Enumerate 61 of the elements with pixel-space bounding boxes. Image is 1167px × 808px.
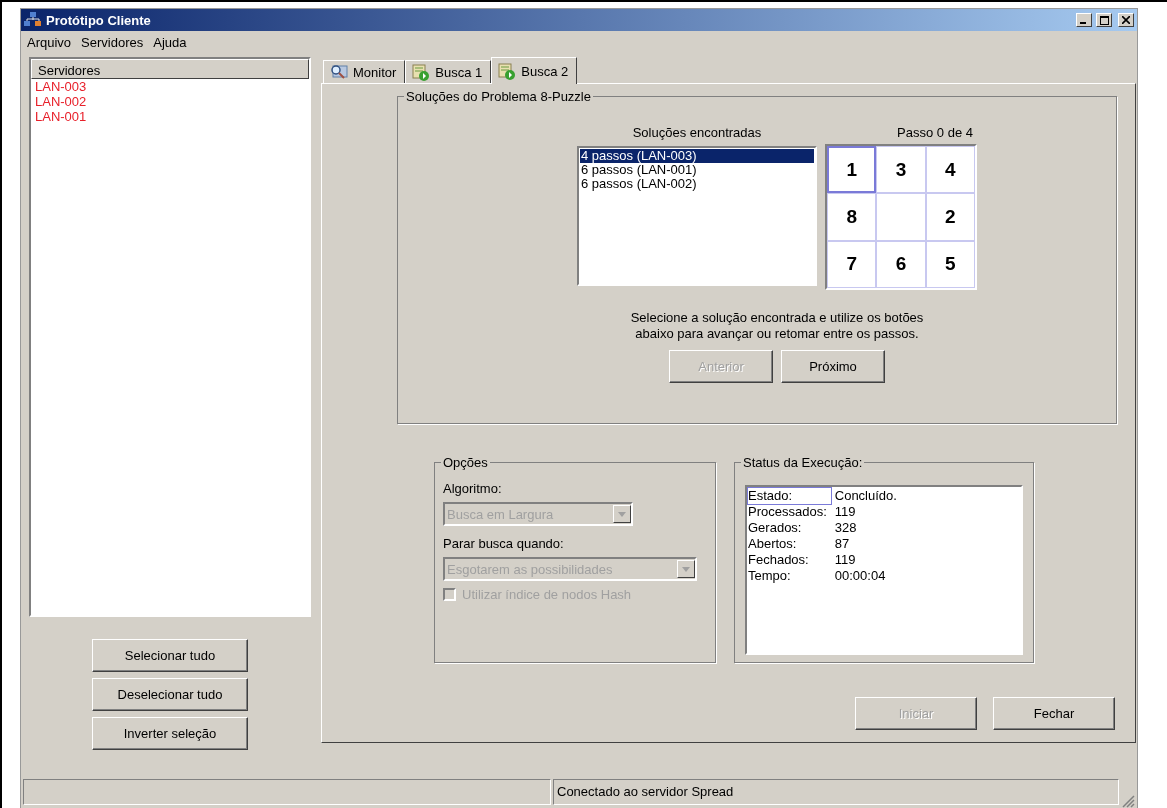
group-title: Soluções do Problema 8-Puzzle	[404, 89, 593, 104]
group-title: Opções	[441, 455, 490, 470]
server-item[interactable]: LAN-001	[31, 109, 309, 124]
close-button[interactable]	[1118, 13, 1134, 27]
minimize-button[interactable]	[1076, 13, 1092, 27]
menu-item[interactable]: Arquivo	[27, 34, 72, 50]
status-value: 119	[834, 552, 857, 568]
puzzle-tile: 1	[827, 146, 877, 194]
document-play-icon	[412, 63, 431, 81]
solution-item[interactable]: 6 passos (LAN-002)	[580, 177, 814, 191]
puzzle-tile: 8	[827, 193, 877, 241]
status-value: 328	[834, 520, 858, 536]
dropdown-arrow-icon	[618, 511, 626, 517]
column-header[interactable]: Servidores	[31, 59, 309, 79]
tab[interactable]: Monitor	[323, 60, 406, 83]
maximize-button[interactable]	[1096, 13, 1112, 27]
field-label: Parar busca quando:	[443, 536, 565, 551]
list-label: Soluções encontradas	[632, 125, 762, 140]
field-label: Algoritmo:	[443, 481, 503, 496]
status-label: Gerados:	[748, 520, 803, 536]
server-item[interactable]: LAN-003	[31, 79, 309, 94]
puzzle-tile: 7	[827, 240, 877, 288]
status-value: 87	[834, 536, 851, 552]
puzzle-tile: 5	[925, 240, 975, 288]
resize-grip-icon	[1121, 794, 1135, 808]
instruction-text: abaixo para avançar ou retomar entre os passos.	[634, 326, 920, 342]
tab[interactable]: Busca 2	[491, 57, 578, 84]
document-play-icon	[498, 62, 517, 80]
magnifier-icon	[330, 64, 348, 80]
solution-item[interactable]: 4 passos (LAN-003)	[580, 149, 814, 163]
instruction-text: Selecione a solução encontrada e utilize os botões	[630, 310, 924, 326]
menu-item[interactable]: Servidores	[81, 34, 144, 50]
status-label: Tempo:	[748, 568, 792, 584]
solution-item[interactable]: 6 passos (LAN-001)	[580, 163, 814, 177]
action-button[interactable]: Fechar	[993, 697, 1115, 730]
network-icon	[24, 12, 42, 28]
status-value: Concluído.	[834, 488, 898, 504]
window-title: Protótipo Cliente	[46, 12, 152, 28]
puzzle-tile: 6	[876, 240, 926, 288]
puzzle-tile: 2	[925, 193, 975, 241]
status-value: 00:00:04	[834, 568, 887, 584]
list-action-button[interactable]: Selecionar tudo	[92, 639, 248, 672]
puzzle-tile: 4	[925, 146, 975, 194]
menu-item[interactable]: Ajuda	[153, 34, 187, 50]
step-label: Passo 0 de 4	[897, 125, 973, 140]
status-label: Estado:	[748, 488, 831, 504]
list-action-button[interactable]: Deselecionar tudo	[92, 678, 248, 711]
puzzle-tile: 3	[876, 146, 926, 194]
maximize-icon	[1099, 15, 1109, 25]
list-action-button[interactable]: Inverter seleção	[92, 717, 248, 750]
status-label: Abertos:	[748, 536, 798, 552]
server-item[interactable]: LAN-002	[31, 94, 309, 109]
close-icon	[1122, 16, 1130, 24]
step-button[interactable]: Próximo	[781, 350, 885, 383]
status-label: Fechados:	[748, 552, 810, 568]
dropdown-arrow-icon	[682, 566, 690, 572]
status-label: Processados:	[748, 504, 828, 520]
status-value: 119	[834, 504, 857, 520]
tab[interactable]: Busca 1	[405, 60, 492, 83]
group-title: Status da Execução:	[741, 455, 865, 470]
status-text: Conectado ao servidor Spread	[553, 779, 1119, 805]
